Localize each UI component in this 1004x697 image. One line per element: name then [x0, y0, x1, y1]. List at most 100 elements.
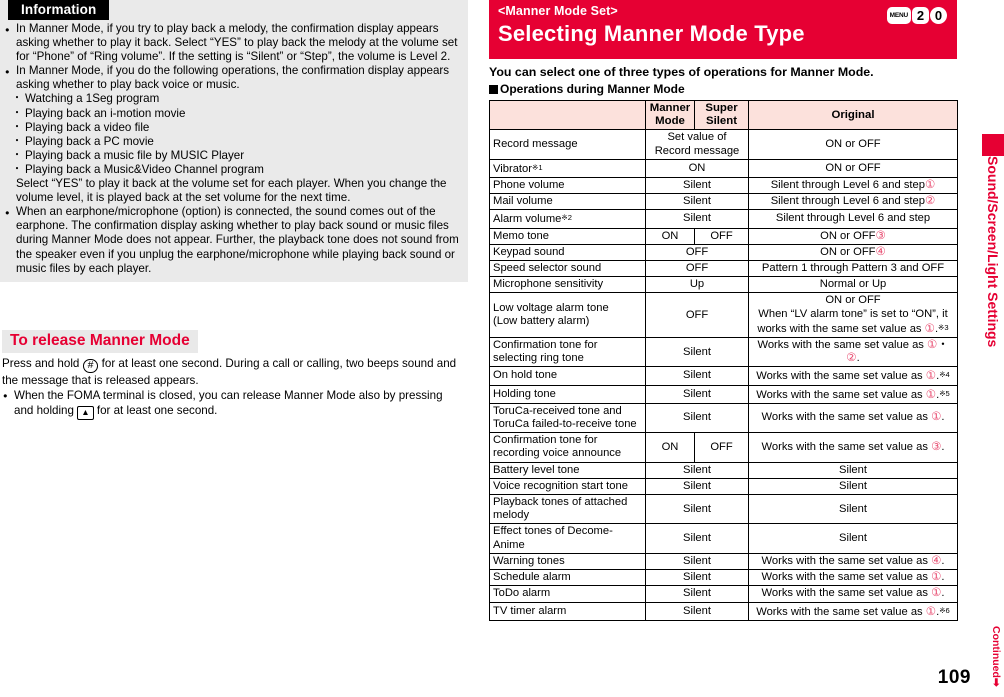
cell-original: Silent through Level 6 and step②: [748, 193, 958, 211]
row-label: Microphone sensitivity: [489, 276, 646, 294]
table-row: Playback tones of attached melody Silent S…: [489, 494, 958, 525]
cell-original: Works with the same set value as ①.※5: [748, 384, 958, 404]
list-item: Playing back a video file: [4, 121, 462, 135]
table-row: TV timer alarm Silent Works with the same …: [489, 601, 958, 621]
row-label: Playback tones of attached melody: [489, 494, 646, 525]
digit-key-0-icon: 0: [930, 7, 947, 24]
cell-manner-super-merged: OFF: [645, 243, 749, 262]
cell-manner-super-merged: Silent: [645, 461, 749, 479]
cell-manner-super-merged: Silent: [645, 402, 749, 434]
cell-original: Pattern 1 through Pattern 3 and OFF: [748, 260, 958, 278]
table-row: Speed selector sound OFF Pattern 1 through…: [489, 260, 958, 278]
row-label: Memo tone: [489, 227, 646, 245]
row-label: Low voltage alarm tone (Low battery alarm…: [489, 292, 646, 339]
cell-manner-super-merged: Silent: [645, 601, 749, 621]
page-number: 109: [937, 667, 971, 688]
cell-original: Works with the same set value as ①.※4: [748, 366, 958, 386]
cell-manner-super-merged: Silent: [645, 366, 749, 386]
cell-manner-super-merged: Silent: [645, 337, 749, 368]
information-bullet: In Manner Mode, if you do the following …: [4, 64, 462, 92]
cell-original: Silent: [748, 523, 958, 554]
cell-manner-super-merged: ON: [645, 158, 749, 179]
cell-super-silent: OFF: [694, 227, 749, 245]
column-header-original: Original: [748, 99, 958, 131]
cell-original: Works with the same set value as ①.※6: [748, 601, 958, 621]
table-row: Confirmation tone for recording voice an…: [489, 432, 958, 463]
list-item: Playing back a music file by MUSIC Playe…: [4, 149, 462, 163]
cell-original: ON or OFF When “LV alarm tone” is set to …: [748, 292, 958, 339]
side-tab: Sound/Screen/Light Settings Continued➡: [980, 0, 1004, 697]
right-column: <Manner Mode Set> Selecting Manner Mode …: [489, 0, 1004, 697]
cell-original: Works with the same set value as ④.: [748, 552, 958, 571]
left-column: Information In Manner Mode, if you try t…: [0, 0, 470, 697]
table-row: Record message Set value of Record messag…: [489, 129, 958, 160]
cell-original: Silent: [748, 461, 958, 479]
table-row: Phone volume Silent Silent through Level 6…: [489, 177, 958, 195]
cell-manner-super-merged: Silent: [645, 477, 749, 496]
cell-manner-mode: ON: [645, 227, 695, 245]
cell-manner-super-merged: Silent: [645, 177, 749, 195]
cell-original: Normal or Up: [748, 276, 958, 294]
release-note-bullet: When the FOMA terminal is closed, you ca…: [2, 388, 464, 420]
table-header-row: Manner Mode Super Silent Original: [489, 99, 958, 131]
row-label: Effect tones of Decome-Anime: [489, 523, 646, 554]
hash-key-icon: #: [82, 359, 99, 373]
section-heading: Operations during Manner Mode: [489, 82, 1004, 97]
table-row: Effect tones of Decome-Anime Silent Silent: [489, 523, 958, 554]
cell-original: ON or OFF④: [748, 243, 958, 262]
chapter-header: <Manner Mode Set> Selecting Manner Mode …: [489, 0, 957, 59]
table-header: Manner Mode Super Silent Original: [489, 99, 958, 131]
release-manner-mode-body: Press and hold # for at least one second…: [0, 356, 468, 420]
cell-original: Works with the same set value as ①.: [748, 402, 958, 434]
table-row: Confirmation tone for selecting ring ton…: [489, 337, 958, 368]
row-label: Record message: [489, 129, 646, 160]
cell-manner-super-merged: Silent: [645, 523, 749, 554]
cell-original: ON or OFF: [748, 158, 958, 179]
table-row: Battery level tone Silent Silent: [489, 461, 958, 479]
information-bullet: When an earphone/microphone (option) is …: [4, 205, 462, 275]
cell-original: Works with the same set value as ①.: [748, 585, 958, 603]
row-label: Phone volume: [489, 177, 646, 195]
table-row: Voice recognition start tone Silent Silent: [489, 477, 958, 496]
page-title: Selecting Manner Mode Type: [498, 21, 805, 46]
cell-original: Silent through Level 6 and step①: [748, 177, 958, 195]
table-row: Mail volume Silent Silent through Level 6 …: [489, 193, 958, 211]
cell-original: Silent through Level 6 and step: [748, 209, 958, 229]
list-item: Playing back a Music&Video Channel progr…: [4, 163, 462, 177]
page-root: Information In Manner Mode, if you try t…: [0, 0, 1004, 697]
cell-original: Works with the same set value as ①.: [748, 569, 958, 587]
row-label: Schedule alarm: [489, 569, 646, 587]
table-row: Vibrator※1 ON ON or OFF: [489, 158, 958, 179]
cell-original: Silent: [748, 477, 958, 496]
section-heading-label: Operations during Manner Mode: [500, 82, 685, 96]
table-row: Schedule alarm Silent Works with the same …: [489, 569, 958, 587]
black-square-icon: [489, 85, 498, 94]
column-header-super-silent: Super Silent: [694, 99, 749, 131]
information-body: In Manner Mode, if you try to play back …: [0, 22, 468, 276]
row-label: Speed selector sound: [489, 260, 646, 278]
manner-mode-table: Manner Mode Super Silent Original Record m…: [489, 99, 958, 621]
list-item: Playing back a PC movie: [4, 135, 462, 149]
cell-manner-super-merged: OFF: [645, 292, 749, 339]
row-label: Alarm volume※2: [489, 209, 646, 229]
list-item: Playing back an i-motion movie: [4, 107, 462, 121]
row-label: Warning tones: [489, 552, 646, 571]
row-label: Confirmation tone for recording voice an…: [489, 432, 646, 463]
up-arrow-key-icon: ▲: [77, 406, 94, 420]
row-label: TV timer alarm: [489, 601, 646, 621]
table-row: Memo tone ON OFF ON or OFF③: [489, 227, 958, 245]
row-label: Voice recognition start tone: [489, 477, 646, 496]
table-row: Microphone sensitivity Up Normal or Up: [489, 276, 958, 294]
row-label: Holding tone: [489, 384, 646, 404]
information-bullet: In Manner Mode, if you try to play back …: [4, 22, 462, 64]
intro-text: You can select one of three types of ope…: [489, 65, 874, 79]
cell-original: ON or OFF: [748, 129, 958, 160]
digit-key-2-icon: 2: [912, 7, 929, 24]
information-title: Information: [8, 0, 110, 20]
column-header-manner-mode: Manner Mode: [645, 99, 695, 131]
table-row: ToruCa-received tone and ToruCa failed-t…: [489, 402, 958, 434]
continued-label: Continued➡: [990, 626, 1002, 687]
release-instruction: Press and hold # for at least one second…: [2, 356, 464, 388]
release-text-before: Press and hold: [2, 357, 80, 370]
key-sequence: MENU 2 0: [886, 7, 947, 24]
